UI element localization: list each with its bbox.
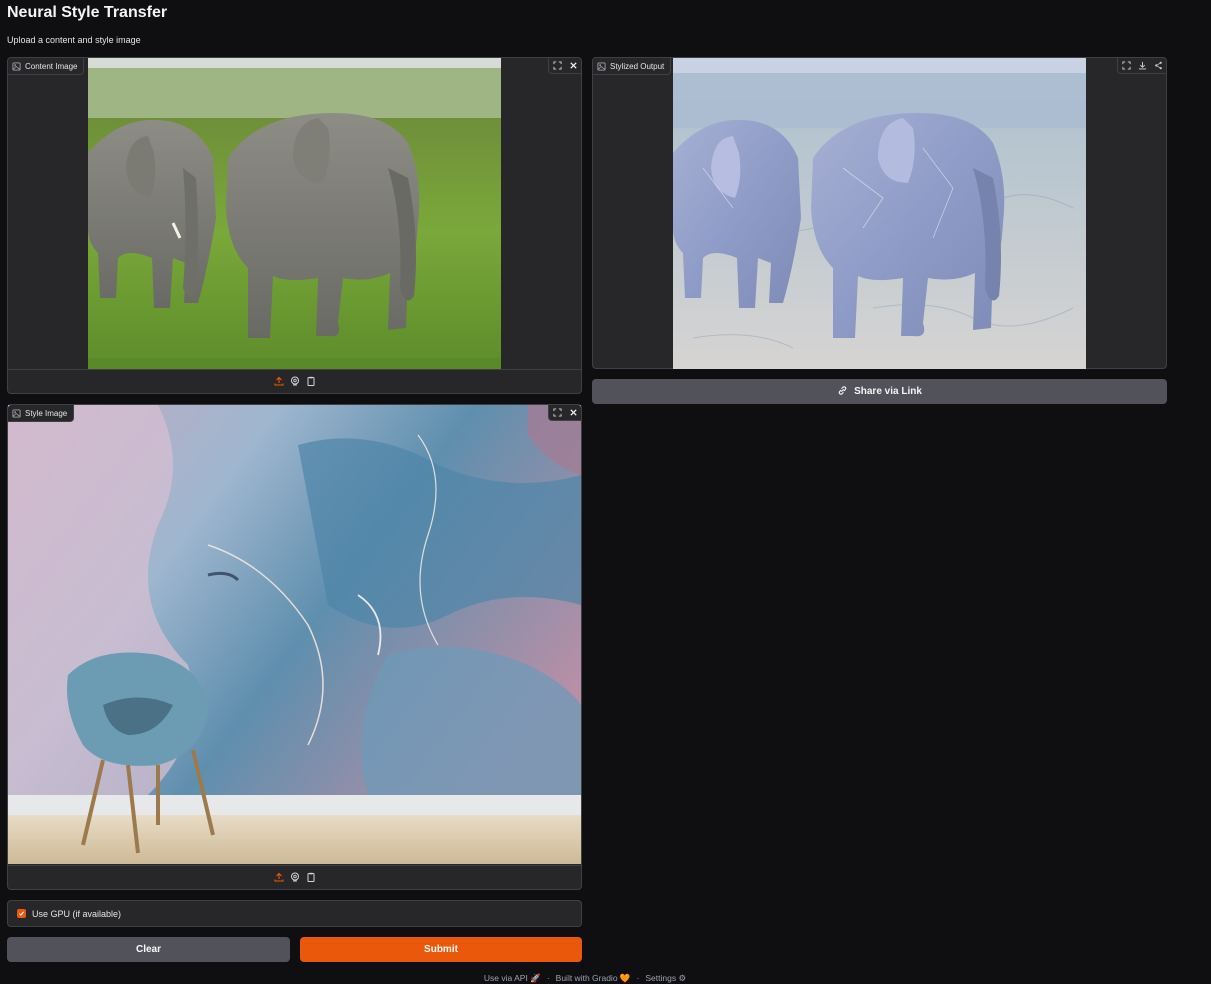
built-with-gradio-link[interactable]: Built with Gradio 🧡 — [556, 973, 631, 984]
link-icon — [837, 385, 848, 399]
submit-button[interactable]: Submit — [300, 937, 582, 962]
content-image — [88, 58, 501, 369]
page-title: Neural Style Transfer — [7, 4, 168, 21]
style-image-source-bar — [8, 865, 581, 889]
footer: Use via API 🚀 · Built with Gradio 🧡 · Se… — [0, 973, 1170, 984]
image-icon — [597, 61, 606, 71]
upload-icon[interactable] — [273, 869, 284, 887]
webcam-icon[interactable] — [290, 869, 300, 887]
fullscreen-icon[interactable] — [549, 58, 565, 73]
gear-icon: ⚙ — [678, 973, 687, 983]
page-subtitle: Upload a content and style image — [7, 35, 141, 45]
stylized-output-toolbar — [1117, 58, 1166, 74]
gradio-logo-icon: 🧡 — [619, 973, 631, 983]
fullscreen-icon[interactable] — [549, 405, 565, 420]
rocket-icon: 🚀 — [530, 973, 541, 983]
stylized-output-panel: Stylized Output — [592, 57, 1167, 369]
use-via-api-text: Use via API — [483, 973, 528, 983]
built-with-gradio-text: Built with Gradio — [555, 973, 618, 983]
webcam-icon[interactable] — [290, 373, 300, 391]
download-icon[interactable] — [1134, 58, 1150, 73]
image-icon — [12, 408, 21, 418]
stylized-output-image — [673, 58, 1086, 369]
image-icon — [12, 61, 21, 71]
style-image — [8, 405, 581, 864]
close-icon[interactable] — [565, 58, 581, 73]
share-icon[interactable] — [1150, 58, 1166, 73]
footer-separator: · — [636, 973, 640, 983]
style-image-toolbar — [548, 405, 581, 421]
use-via-api-link[interactable]: Use via API 🚀 — [484, 973, 541, 984]
content-image-source-bar — [8, 369, 581, 393]
settings-text: Settings — [645, 973, 677, 983]
use-gpu-field[interactable]: Use GPU (if available) — [7, 900, 582, 927]
style-image-label: Style Image — [8, 405, 75, 422]
share-via-link-button[interactable]: Share via Link — [592, 379, 1167, 404]
use-gpu-checkbox[interactable] — [17, 909, 26, 918]
footer-separator: · — [546, 973, 550, 983]
clipboard-icon[interactable] — [306, 373, 316, 391]
use-gpu-label: Use GPU (if available) — [32, 908, 122, 919]
clipboard-icon[interactable] — [306, 869, 316, 887]
stylized-output-label-text: Stylized Output — [610, 61, 665, 71]
style-image-panel[interactable]: Style Image — [7, 404, 582, 890]
content-image-toolbar — [548, 58, 581, 74]
app-root: Neural Style Transfer Upload a content a… — [0, 0, 1211, 984]
share-via-link-label: Share via Link — [854, 386, 922, 397]
checkmark-icon — [18, 911, 25, 916]
settings-link[interactable]: Settings ⚙ — [645, 973, 686, 984]
fullscreen-icon[interactable] — [1118, 58, 1134, 73]
close-icon[interactable] — [565, 405, 581, 420]
clear-button[interactable]: Clear — [7, 937, 290, 962]
upload-icon[interactable] — [273, 373, 284, 391]
content-image-label-text: Content Image — [25, 61, 78, 71]
style-image-label-text: Style Image — [25, 408, 68, 418]
content-image-panel[interactable]: Content Image — [7, 57, 582, 394]
content-image-label: Content Image — [8, 58, 85, 75]
stylized-output-label: Stylized Output — [593, 58, 672, 75]
